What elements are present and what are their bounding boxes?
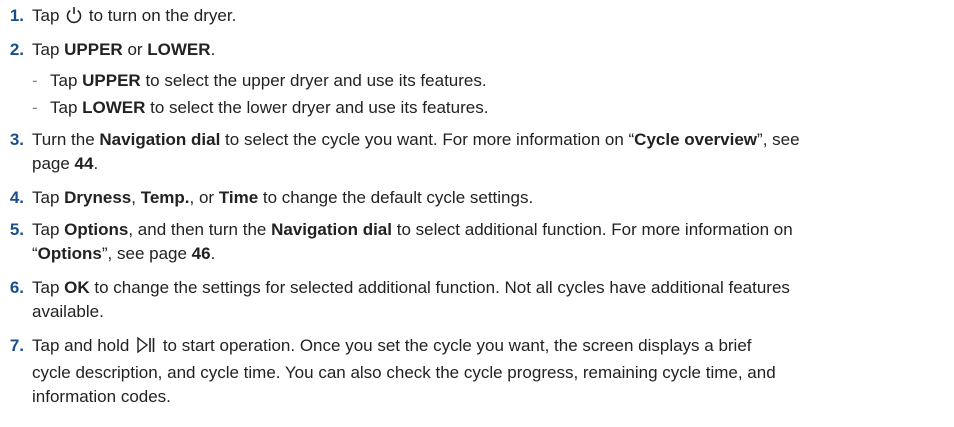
step-text: Tap Dryness, Temp., or Time to change th… xyxy=(32,188,534,207)
step-number: 4. xyxy=(9,188,24,207)
step-number: 2. xyxy=(9,40,24,59)
power-icon xyxy=(66,6,82,31)
play-pause-icon xyxy=(136,336,156,361)
step-number: 1. xyxy=(9,6,24,25)
step-text: Tap and hold to start operation. Once yo… xyxy=(32,336,776,406)
step-text: Turn the Navigation dial to select the c… xyxy=(32,130,800,173)
step-number: 3. xyxy=(9,130,24,149)
step-number: 7. xyxy=(9,336,24,355)
step-number: 6. xyxy=(9,278,24,297)
step-text: Tap to turn on the dryer. xyxy=(32,4,932,31)
step-text: Tap UPPER or LOWER. xyxy=(32,40,216,59)
step-text: Tap OK to change the settings for select… xyxy=(32,278,790,321)
dash-bullet: - xyxy=(32,71,38,90)
substep-text: Tap LOWER to select the lower dryer and … xyxy=(50,98,489,117)
dash-bullet: - xyxy=(32,98,38,117)
substep-text: Tap UPPER to select the upper dryer and … xyxy=(50,71,487,90)
step-number: 5. xyxy=(9,220,24,239)
step-text: Tap Options, and then turn the Navigatio… xyxy=(32,220,793,263)
